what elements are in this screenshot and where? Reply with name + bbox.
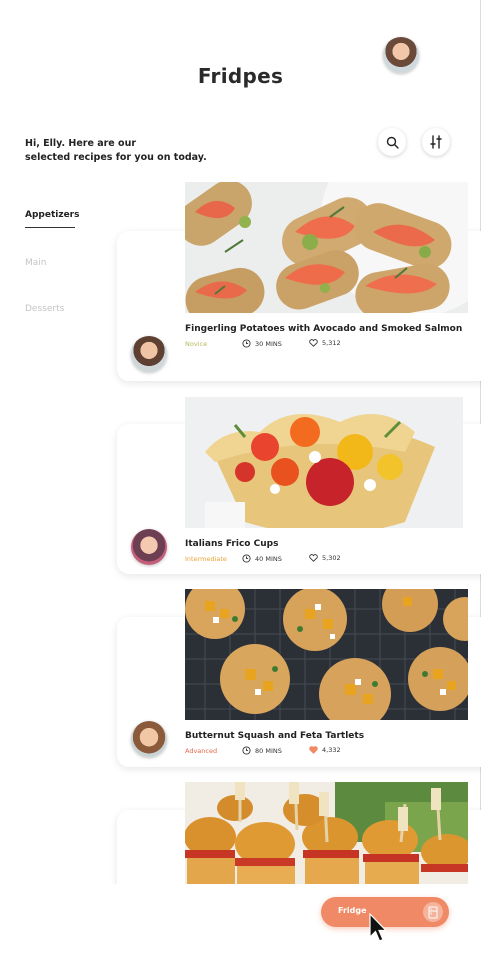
cook-time-value: 40 MINS (255, 554, 282, 563)
like-count[interactable]: 5,312 (309, 339, 341, 347)
author-avatar[interactable] (131, 529, 167, 565)
recipe-image[interactable] (185, 782, 468, 884)
cook-time-value: 30 MINS (255, 339, 282, 348)
sliders-icon (430, 135, 442, 149)
search-button[interactable] (378, 128, 406, 156)
like-count[interactable]: 5,302 (309, 554, 341, 562)
category-appetizers[interactable]: Appetizers (25, 210, 79, 220)
mouse-cursor-icon (369, 913, 388, 942)
like-count-value: 5,312 (322, 339, 341, 347)
recipe-photo-tartlets (185, 589, 468, 720)
app-title: Fridpes (197, 64, 284, 88)
difficulty-label: Intermediate (185, 555, 227, 563)
recipe-image[interactable] (185, 397, 463, 528)
cook-time-value: 80 MINS (255, 746, 282, 755)
like-count[interactable]: 4,332 (309, 746, 341, 754)
fridge-icon-glyph (428, 906, 438, 918)
greeting-text: Hi, Elly. Here are our selected recipes … (25, 137, 225, 165)
heart-outline-icon (309, 339, 318, 347)
clock-icon (242, 554, 251, 563)
recipe-photo-frico-cups (185, 397, 463, 528)
like-count-value: 4,332 (322, 746, 341, 754)
clock-icon (242, 746, 251, 755)
recipe-image[interactable] (185, 589, 468, 720)
active-category-underline (25, 227, 75, 228)
difficulty-label: Novice (185, 340, 208, 348)
recipe-photo-sliders (185, 782, 468, 884)
author-avatar[interactable] (131, 336, 167, 372)
category-main[interactable]: Main (25, 258, 47, 268)
heart-filled-icon (309, 746, 318, 754)
fridge-icon (423, 902, 443, 922)
like-count-value: 5,302 (322, 554, 341, 562)
filter-button[interactable] (422, 128, 450, 156)
recipe-photo-salmon (185, 182, 468, 313)
cook-time: 40 MINS (242, 554, 282, 563)
search-icon (386, 136, 399, 149)
greeting-line-1: Hi, Elly. Here are our (25, 138, 137, 149)
recipe-title[interactable]: Fingerling Potatoes with Avocado and Smo… (185, 324, 462, 334)
cook-time: 30 MINS (242, 339, 282, 348)
greeting-line-2: selected recipes for you on today. (25, 152, 207, 163)
difficulty-label: Advanced (185, 747, 218, 755)
cook-time: 80 MINS (242, 746, 282, 755)
recipe-title[interactable]: Italians Frico Cups (185, 539, 278, 549)
heart-outline-icon (309, 554, 318, 562)
author-avatar[interactable] (131, 721, 167, 757)
category-desserts[interactable]: Desserts (25, 304, 64, 314)
clock-icon (242, 339, 251, 348)
recipe-image[interactable] (185, 182, 468, 313)
fridge-button-label: Fridge (338, 906, 367, 915)
recipe-title[interactable]: Butternut Squash and Feta Tartlets (185, 731, 364, 741)
